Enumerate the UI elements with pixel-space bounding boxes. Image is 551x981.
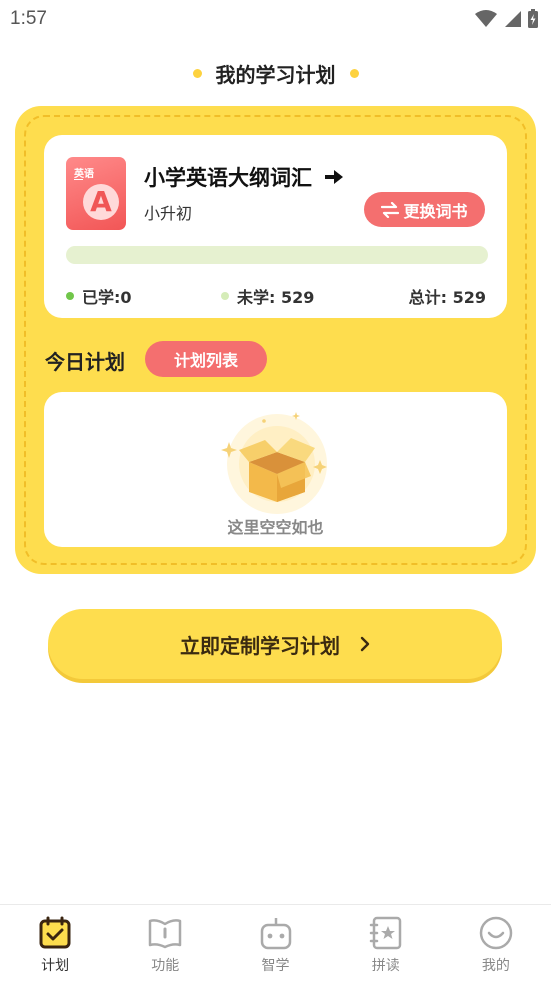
tab-features-label: 功能 — [151, 958, 180, 974]
book-subtitle: 小升初 — [144, 204, 193, 223]
plan-list-button[interactable]: 计划列表 — [145, 341, 267, 377]
stat-learned: 已学:0 — [66, 284, 132, 308]
status-icons — [475, 9, 539, 29]
smile-icon — [479, 916, 513, 950]
today-plan-card: 这里空空如也 — [44, 392, 507, 547]
status-time: 1:57 — [10, 8, 47, 29]
title-dot-right — [349, 68, 359, 78]
learning-progress-bar — [66, 246, 488, 264]
book-icon — [149, 919, 182, 949]
custom-plan-button[interactable]: 立即定制学习计划 — [48, 609, 502, 679]
book-cover-line — [74, 179, 83, 180]
empty-state-text: 这里空空如也 — [227, 518, 324, 537]
page-title: 我的学习计划 — [215, 62, 336, 87]
tab-phonics[interactable]: 拼读 — [331, 905, 441, 981]
tab-plan-label: 计划 — [41, 958, 70, 974]
tab-smart-learn-label: 智学 — [261, 958, 290, 974]
tab-mine-label: 我的 — [481, 958, 510, 974]
change-book-button[interactable]: 更换词书 — [364, 192, 485, 227]
book-cover-letter: A — [90, 185, 112, 218]
learned-dot — [66, 292, 74, 300]
stat-unlearned-text: 未学: 529 — [237, 288, 315, 307]
wifi-icon — [475, 10, 497, 27]
arrow-right-icon[interactable] — [324, 169, 344, 185]
custom-plan-label: 立即定制学习计划 — [180, 633, 340, 658]
calendar-check-icon — [39, 916, 71, 949]
stat-learned-text: 已学:0 — [82, 288, 132, 307]
book-card[interactable]: 英语 A 小学英语大纲词汇 小升初 更换词书 已学:0 未学: 529 总计: … — [44, 135, 507, 318]
stat-total: 总计: 529 — [409, 284, 486, 308]
star-book-icon — [369, 916, 401, 950]
tab-mine[interactable]: 我的 — [441, 905, 551, 981]
book-cover[interactable]: 英语 A — [66, 157, 126, 230]
book-stats: 已学:0 未学: 529 总计: 529 — [66, 284, 486, 308]
unlearned-dot — [221, 292, 229, 300]
status-bar: 1:57 — [0, 0, 551, 38]
stat-unlearned: 未学: 529 — [221, 284, 314, 308]
page-header: 我的学习计划 — [0, 58, 551, 88]
signal-icon — [505, 11, 521, 27]
empty-box-icon — [221, 412, 327, 514]
book-cover-label: 英语 — [74, 169, 94, 180]
robot-icon — [260, 918, 291, 950]
battery-charging-icon — [528, 9, 538, 28]
book-title-row[interactable]: 小学英语大纲词汇 — [144, 162, 344, 192]
tab-smart-learn[interactable]: 智学 — [220, 905, 330, 981]
bottom-tab-bar: 计划 功能 智学 拼读 我的 — [0, 904, 551, 981]
change-book-label: 更换词书 — [403, 201, 468, 221]
tab-plan[interactable]: 计划 — [0, 905, 110, 981]
tab-phonics-label: 拼读 — [371, 958, 400, 974]
tab-features[interactable]: 功能 — [110, 905, 220, 981]
title-dot-left — [192, 68, 202, 78]
swap-icon — [381, 201, 400, 218]
chevron-right-icon — [360, 636, 370, 652]
today-plan-label: 今日计划 — [45, 350, 125, 374]
book-title: 小学英语大纲词汇 — [144, 166, 312, 190]
stat-total-text: 总计: 529 — [408, 288, 486, 307]
